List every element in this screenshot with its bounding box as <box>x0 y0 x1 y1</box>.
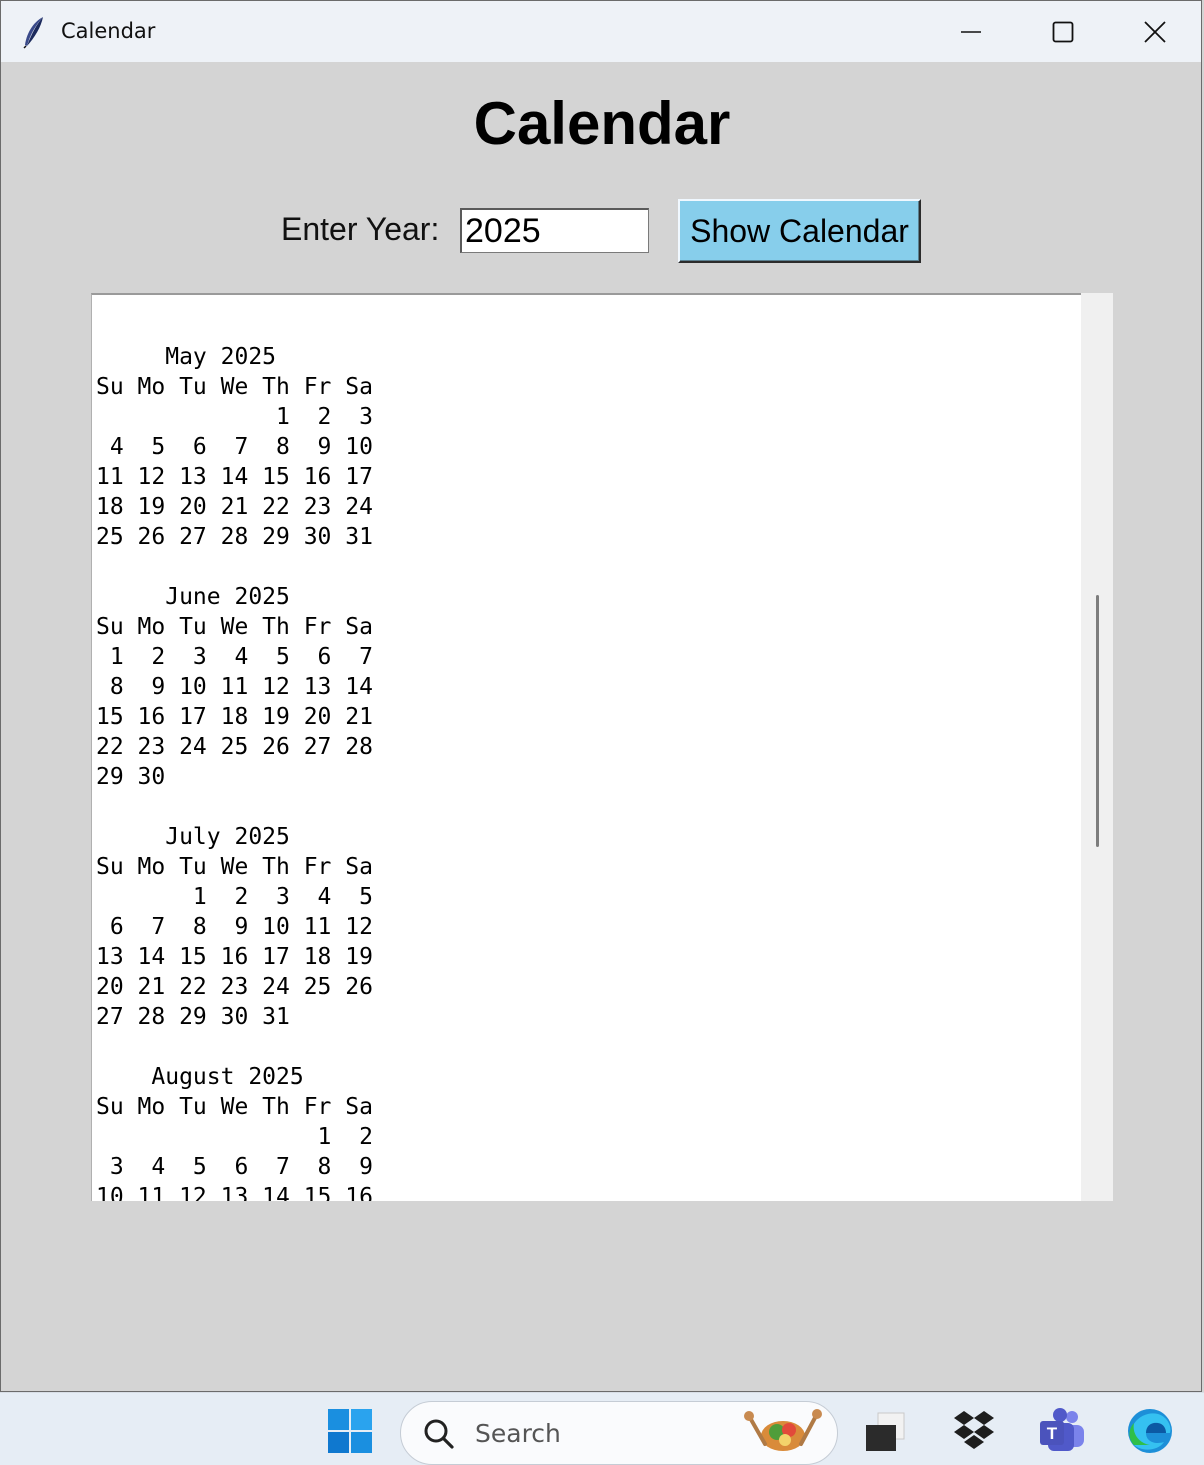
year-input[interactable] <box>460 208 649 253</box>
close-icon <box>1144 20 1166 43</box>
task-view-button[interactable] <box>860 1405 912 1457</box>
title-bar[interactable]: Calendar <box>1 1 1201 62</box>
teams-button[interactable]: T <box>1036 1405 1088 1457</box>
scrollbar-thumb[interactable] <box>1096 595 1099 847</box>
show-calendar-button[interactable]: Show Calendar <box>678 199 921 263</box>
minimize-button[interactable] <box>925 1 1017 62</box>
dropbox-icon <box>954 1411 994 1449</box>
window-title: Calendar <box>61 19 156 43</box>
edge-icon <box>1128 1409 1172 1453</box>
task-view-icon <box>866 1412 905 1451</box>
start-button[interactable] <box>324 1405 376 1457</box>
svg-text:T: T <box>1047 1424 1058 1443</box>
calendar-window: Calendar Calendar Enter Year: Show Calen… <box>0 0 1202 1392</box>
taskbar-search[interactable]: Search <box>400 1401 838 1465</box>
minimize-icon <box>961 30 981 33</box>
calendar-text-area[interactable]: May 2025 Su Mo Tu We Th Fr Sa 1 2 3 4 5 … <box>91 293 1081 1201</box>
search-highlight-icon <box>744 1409 822 1451</box>
vertical-scrollbar[interactable] <box>1081 293 1113 1201</box>
maximize-icon <box>1052 21 1074 42</box>
year-label: Enter Year: <box>281 211 440 247</box>
search-placeholder: Search <box>475 1419 561 1448</box>
windows-start-icon <box>328 1409 372 1453</box>
search-icon <box>424 1419 454 1449</box>
maximize-button[interactable] <box>1017 1 1109 62</box>
close-button[interactable] <box>1109 1 1201 62</box>
dropbox-button[interactable] <box>948 1405 1000 1457</box>
calendar-output: May 2025 Su Mo Tu We Th Fr Sa 1 2 3 4 5 … <box>96 344 373 1201</box>
feather-icon <box>23 17 43 49</box>
edge-button[interactable] <box>1124 1405 1176 1457</box>
page-title: Calendar <box>473 90 731 157</box>
taskbar: Search T <box>0 1392 1204 1465</box>
teams-icon: T <box>1040 1408 1084 1451</box>
